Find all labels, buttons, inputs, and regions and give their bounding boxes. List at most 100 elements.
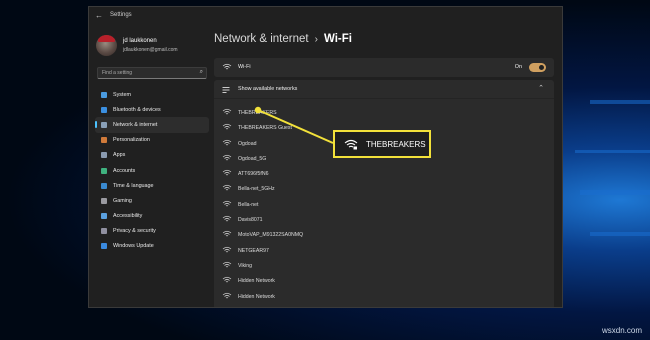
network-name: THEBREAKERS Guest (238, 125, 292, 132)
sidebar-item-windows-update[interactable]: Windows Update (95, 239, 209, 254)
wallpaper-ray (575, 150, 650, 153)
wifi-toggle[interactable] (529, 63, 546, 72)
wifi-signal-icon (222, 124, 232, 130)
wifi-state-label: On (514, 64, 522, 70)
network-name: Hidden Network (238, 278, 275, 285)
wallpaper-ray (590, 232, 650, 236)
breadcrumb-separator: › (314, 34, 318, 45)
show-networks-header[interactable]: Show available networks ⌃ (214, 80, 554, 99)
user-email: jdlaukkonen@gmail.com (123, 47, 178, 53)
wifi-icon (222, 63, 232, 70)
wifi-label: Wi-Fi (238, 64, 251, 70)
toggle-knob (539, 65, 544, 70)
window-title: Settings (110, 12, 132, 18)
network-name: Bella-net_5GHz (238, 186, 275, 193)
wallpaper-ray (580, 190, 650, 195)
wifi-signal-icon (222, 246, 232, 252)
bluetooth-icon (101, 106, 107, 113)
sidebar-item-accessibility[interactable]: Accessibility (95, 209, 209, 224)
sidebar-item-bluetooth-devices[interactable]: Bluetooth & devices (95, 102, 209, 117)
network-name: Davis8071 (238, 217, 263, 224)
sidebar-item-label: Windows Update (113, 243, 154, 250)
sidebar-item-privacy-security[interactable]: Privacy & security (95, 224, 209, 239)
user-name: jd laukkonen (123, 38, 157, 44)
wifi-signal-icon (222, 185, 232, 191)
network-name: NETGEAR97 (238, 247, 269, 254)
wifi-secure-icon (344, 139, 358, 150)
network-list-item[interactable]: Hidden Network (214, 276, 554, 291)
breadcrumb-parent[interactable]: Network & internet (214, 33, 309, 45)
sidebar-item-label: Accounts (113, 167, 136, 174)
search-input[interactable]: Find a setting ⌕ (97, 67, 207, 79)
callout-box: THEBREAKERS (333, 130, 431, 158)
sidebar-item-gaming[interactable]: Gaming (95, 193, 209, 208)
network-name: MotoVAP_M91322SA0NMQ (238, 232, 304, 239)
wifi-signal-icon (222, 170, 232, 176)
wifi-signal-icon (222, 200, 232, 207)
wifi-signal-icon (222, 292, 232, 298)
wifi-signal-icon (222, 277, 232, 283)
network-list-item[interactable]: Hidden Network (214, 292, 554, 307)
sidebar-item-label: Personalization (113, 137, 150, 144)
network-list-item[interactable]: MotoVAP_M91322SA0NMQ (214, 230, 554, 245)
network-list-item[interactable]: NETGEAR97 (214, 246, 554, 261)
network-list-item[interactable]: ATT696f5fN6 (214, 169, 554, 184)
watermark: wsxdn.com (601, 326, 642, 335)
network-name: Viking (238, 262, 253, 269)
nav-list: System Bluetooth & devices Network & inter… (95, 87, 209, 254)
sidebar-item-time-language[interactable]: Time & language (95, 178, 209, 193)
network-list-item[interactable]: THEBREAKERS (214, 108, 554, 123)
privacy-icon (101, 228, 107, 235)
sidebar-item-apps[interactable]: Apps (95, 148, 209, 163)
search-placeholder: Find a setting (102, 70, 133, 76)
sidebar-item-label: Network & internet (113, 121, 158, 128)
apps-icon (101, 152, 107, 159)
network-list-item[interactable]: Bella-net_5GHz (214, 184, 554, 199)
sidebar-item-label: Apps (113, 152, 126, 159)
breadcrumb: Network & internet › Wi-Fi (214, 33, 352, 45)
wifi-signal-icon (222, 231, 232, 237)
gaming-icon (101, 197, 107, 204)
network-list-item[interactable]: Bella-net (214, 200, 554, 215)
sidebar-item-label: Time & language (113, 182, 154, 189)
wifi-signal-icon (222, 215, 232, 222)
accounts-icon (101, 167, 107, 174)
network-list-icon (222, 87, 230, 93)
title-bar: ← Settings (89, 7, 562, 25)
available-networks-card: Show available networks ⌃ THEBREAKERS THE… (214, 80, 554, 307)
time-language-icon (101, 182, 107, 189)
sidebar-item-network-internet[interactable]: Network & internet (95, 117, 209, 133)
sidebar: jd laukkonen jdlaukkonen@gmail.com Find … (89, 25, 214, 307)
avatar[interactable] (96, 35, 117, 56)
network-name: Bella-net (238, 201, 259, 208)
sidebar-item-label: Privacy & security (113, 228, 156, 235)
sidebar-item-label: Accessibility (113, 213, 143, 220)
main-content: Network & internet › Wi-Fi Wi-Fi On Show… (214, 25, 562, 307)
network-name: Ogdoad_5G (238, 155, 267, 162)
network-list-item[interactable]: Davis8071 (214, 215, 554, 230)
network-name: THEBREAKERS (238, 110, 277, 116)
network-list-item[interactable]: Viking (214, 261, 554, 276)
network-name: Ogdoad (238, 140, 257, 147)
windows-update-icon (101, 243, 107, 250)
network-icon (101, 121, 107, 128)
wifi-signal-icon (222, 139, 232, 145)
accessibility-icon (101, 213, 107, 220)
wifi-toggle-card[interactable]: Wi-Fi On (214, 58, 554, 77)
sidebar-item-personalization[interactable]: Personalization (95, 133, 209, 148)
network-name: ATT696f5fN6 (238, 171, 269, 178)
page-title: Wi-Fi (323, 33, 352, 45)
system-icon (101, 91, 107, 98)
sidebar-item-label: System (113, 91, 131, 98)
personalization-icon (101, 137, 107, 144)
wifi-signal-icon (222, 261, 232, 268)
network-name: Hidden Network (238, 293, 275, 300)
back-arrow-icon[interactable]: ← (95, 11, 103, 20)
sidebar-item-accounts[interactable]: Accounts (95, 163, 209, 178)
callout-label: THEBREAKERS (366, 140, 426, 149)
sidebar-item-label: Gaming (113, 197, 132, 204)
wifi-signal-icon (222, 154, 232, 161)
sidebar-item-system[interactable]: System (95, 87, 209, 102)
search-icon[interactable]: ⌕ (200, 69, 203, 76)
chevron-up-icon[interactable]: ⌃ (538, 84, 544, 92)
